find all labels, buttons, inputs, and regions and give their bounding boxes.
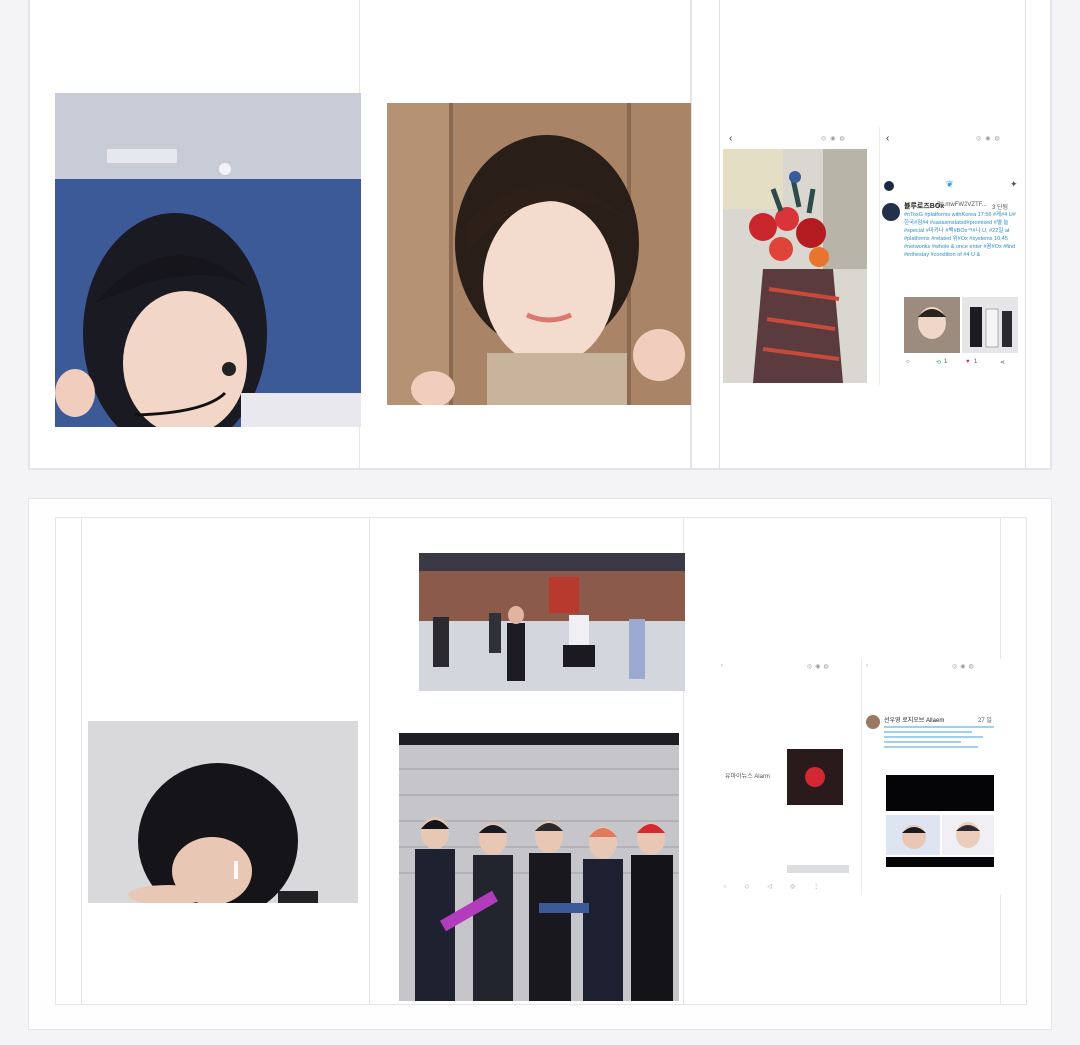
retweet-icon[interactable]: ⟲ <box>936 359 941 366</box>
tweet-handle: @LmwFW2VZTF... <box>936 202 987 208</box>
selfie-photo-headset[interactable] <box>55 93 361 427</box>
tweet-image-right[interactable] <box>962 297 1018 353</box>
app-badge-icon <box>805 767 825 787</box>
back-chevron-icon[interactable]: ‹ <box>729 133 732 144</box>
tweet2-bottom-bar <box>886 857 994 867</box>
bottom-toolbar-icons[interactable]: ○◇◁◎⋮ <box>723 883 837 890</box>
status-icons: ◎◉◍ <box>807 664 832 670</box>
tweet-image-left[interactable] <box>904 297 960 353</box>
top-photo-strip: ‹ ◎◉◍ ‹ ◎◉◍ ❦ ✦ 블루로즈BOx @LmwFW2VZTF... 3… <box>28 0 1052 470</box>
status-icons: ◎◉◍ <box>821 136 849 142</box>
phone-screenshot-tweet-2[interactable]: ‹ ◎◉◍ 선우영 로지오브 Allaem 27 일 <box>861 659 1002 895</box>
share-icon[interactable]: ⋖ <box>1000 359 1005 366</box>
heart-icon[interactable]: ♥ <box>966 359 970 365</box>
column-divider <box>1025 0 1026 469</box>
earbud-photo[interactable] <box>88 721 358 903</box>
phone-screenshot-bouquet[interactable]: ‹ ◎◉◍ <box>723 127 867 385</box>
tweet2-image-left[interactable] <box>886 815 940 855</box>
phone-screenshot-tweet[interactable]: ‹ ◎◉◍ ❦ ✦ 블루로즈BOx @LmwFW2VZTF... 3 단됨 #n… <box>879 127 1022 385</box>
like-count: 1 <box>974 359 978 365</box>
thumbnail-strip <box>787 865 849 873</box>
reply-icon[interactable]: ○ <box>906 359 910 365</box>
tweet-avatar[interactable] <box>866 715 880 729</box>
tweet-time: 3 단됨 <box>992 205 1009 211</box>
tweet-avatar[interactable] <box>882 203 900 221</box>
twitter-bird-icon: ❦ <box>946 179 954 189</box>
notification-text: 유마이뉴스 Alarm <box>725 774 770 780</box>
tweet2-hashtags <box>884 723 994 767</box>
back-chevron-icon[interactable]: ‹ <box>886 133 889 144</box>
phone-screenshot-notification[interactable]: ‹ ◎◉◍ 유마이뉴스 Alarm ○◇◁◎⋮ <box>717 659 857 895</box>
tweet-body: #nToxG #platforms withKorea 17:56 #케#4 U… <box>904 212 1016 258</box>
bouquet-photo <box>723 149 867 383</box>
status-icons: ◎◉◍ <box>976 136 1004 142</box>
dance-stage-photo[interactable] <box>419 553 685 691</box>
bottom-photo-strip: ‹ ◎◉◍ 유마이뉴스 Alarm ○◇◁◎⋮ ‹ ◎◉◍ 선우영 로지오브 A… <box>28 498 1052 1030</box>
back-chevron-icon[interactable]: ‹ <box>721 663 723 669</box>
tweet2-image-right[interactable] <box>942 815 994 855</box>
sparkle-icon[interactable]: ✦ <box>1010 179 1018 190</box>
profile-avatar-small[interactable] <box>884 181 894 191</box>
selfie-photo-finger-hearts[interactable] <box>387 103 691 405</box>
app-icon-box[interactable] <box>787 749 843 805</box>
column-divider <box>719 0 720 469</box>
retweet-count: 1 <box>944 359 948 365</box>
tweet2-black-image[interactable] <box>886 775 994 811</box>
status-icons: ◎◉◍ <box>952 664 977 670</box>
back-chevron-icon[interactable]: ‹ <box>866 663 868 669</box>
group-photo[interactable] <box>399 733 679 1001</box>
